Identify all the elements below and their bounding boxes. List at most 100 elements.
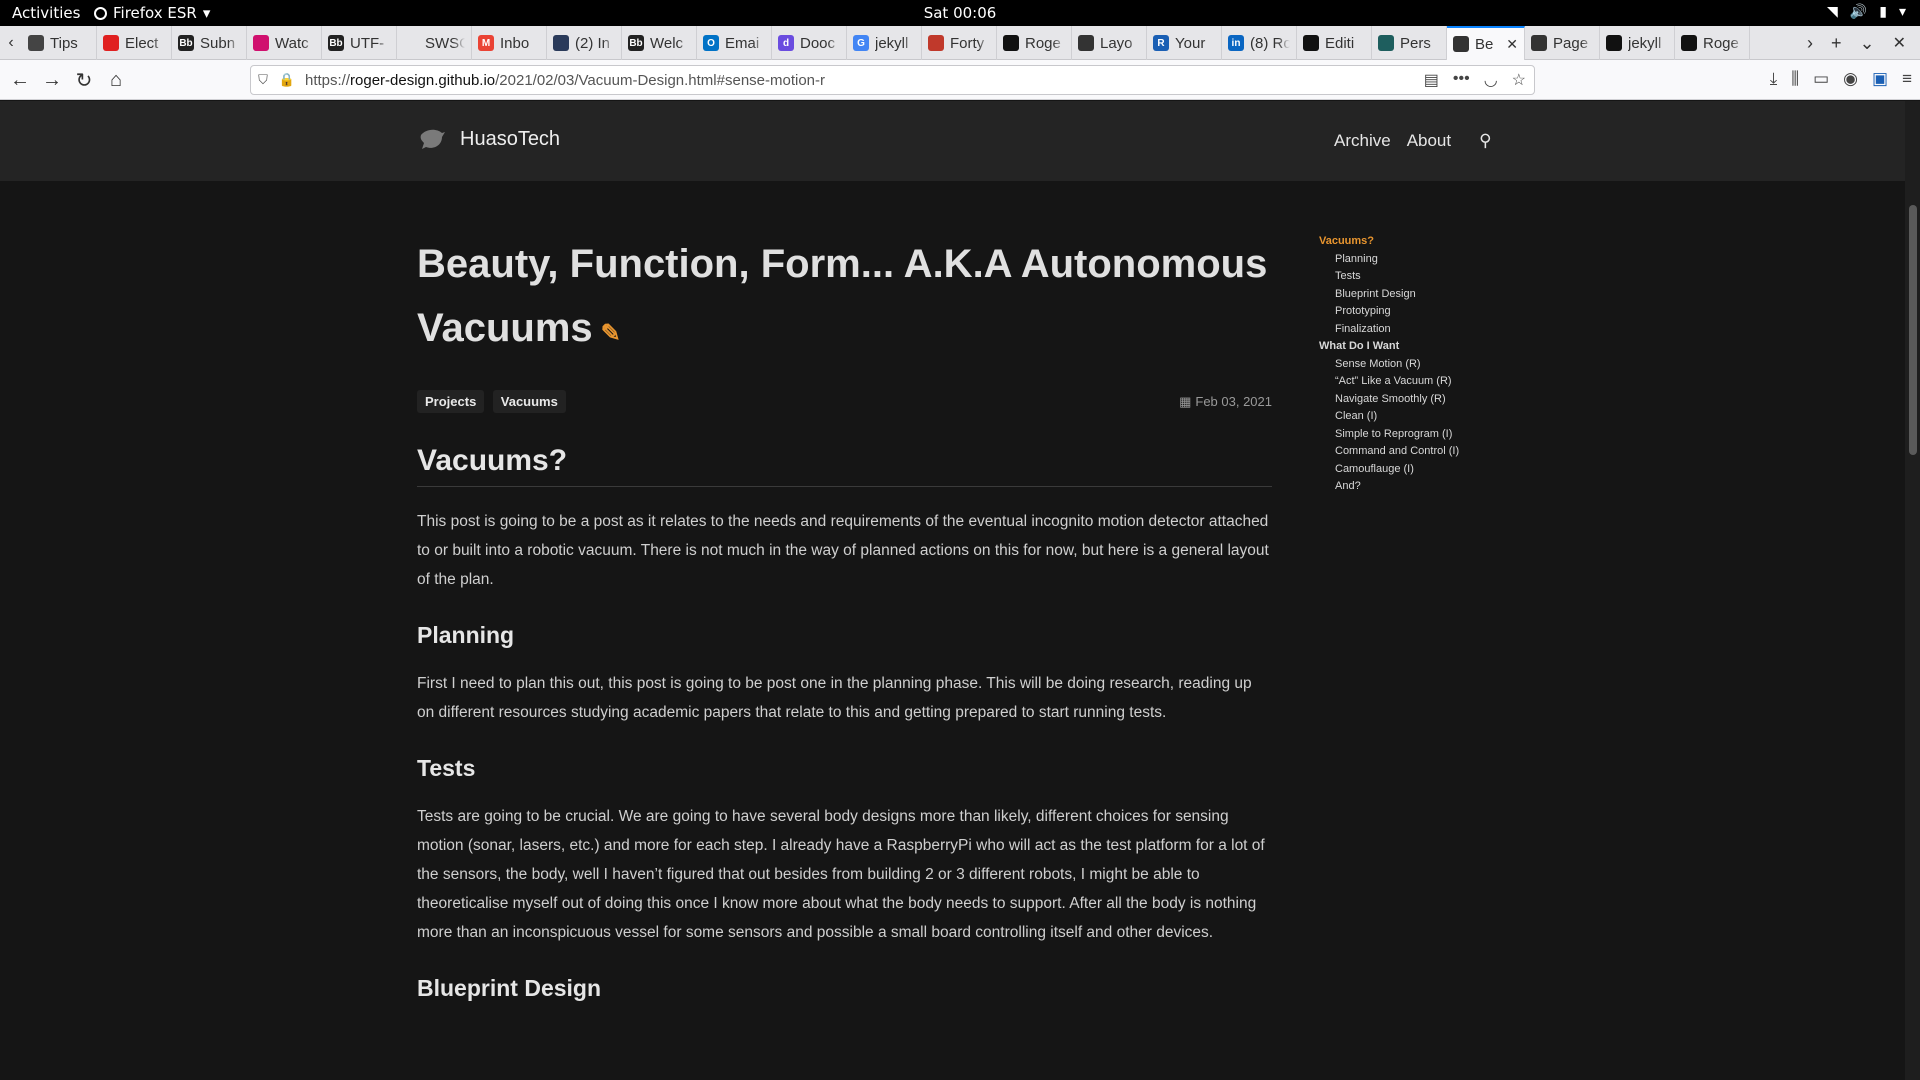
tab[interactable]: Roge — [1675, 26, 1750, 60]
tab-scroll-left-icon[interactable]: ‹ — [0, 26, 22, 60]
pocket-icon[interactable]: ◡ — [1484, 70, 1498, 90]
nav-archive-link[interactable]: Archive — [1334, 131, 1391, 151]
toc-subitem[interactable]: Camouflauge (I) — [1319, 461, 1519, 479]
tab-label: Welc — [650, 34, 684, 52]
tag-projects[interactable]: Projects — [417, 390, 485, 413]
tab[interactable]: Forty — [922, 26, 997, 60]
post-title: Beauty, Function, Form... A.K.A Autonomo… — [417, 242, 1268, 350]
tab[interactable]: jekyll — [1600, 26, 1675, 60]
tab-favicon-icon — [1378, 35, 1394, 51]
toc-item-what-do-i-want[interactable]: What Do I Want — [1319, 338, 1519, 356]
hamburger-menu-icon[interactable]: ≡ — [1902, 69, 1912, 89]
reload-icon[interactable]: ↻ — [70, 66, 98, 94]
tab-label: Emai — [725, 34, 760, 52]
nav-about-link[interactable]: About — [1407, 131, 1451, 151]
toc-subitem[interactable]: Clean (I) — [1319, 408, 1519, 426]
heading-vacuums: Vacuums? — [417, 444, 1272, 487]
tab[interactable]: Tips — [22, 26, 97, 60]
toc-subitem[interactable]: Simple to Reprogram (I) — [1319, 426, 1519, 444]
tab[interactable]: SWSCU — [397, 26, 472, 60]
system-tray[interactable]: ◥ 🔊 ▮ ▾ — [1827, 4, 1906, 20]
library-icon[interactable]: ⫼ — [1791, 69, 1799, 89]
paragraph-vacuums: This post is going to be a post as it re… — [417, 513, 1269, 588]
tab[interactable]: Bb Subn — [172, 26, 247, 60]
toc-subitem[interactable]: Sense Motion (R) — [1319, 356, 1519, 374]
home-icon[interactable]: ⌂ — [102, 66, 130, 94]
tracking-shield-icon[interactable]: ⛉ — [251, 72, 275, 88]
account-icon[interactable]: ◉ — [1843, 69, 1858, 89]
paragraph-tests: Tests are going to be crucial. We are go… — [417, 808, 1265, 941]
tab-label: (2) In — [575, 34, 611, 52]
tab[interactable]: in (8) Ro — [1222, 26, 1297, 60]
new-tab-icon[interactable]: + — [1831, 33, 1842, 54]
tab[interactable]: Page — [1525, 26, 1600, 60]
tab[interactable]: Bb UTF- — [322, 26, 397, 60]
tab[interactable]: R Your — [1147, 26, 1222, 60]
tab-label: Tips — [50, 34, 78, 52]
toc-subitem[interactable]: “Act” Like a Vacuum (R) — [1319, 373, 1519, 391]
toc-subitem[interactable]: Planning — [1319, 251, 1519, 269]
tab-label: Roge — [1703, 34, 1739, 52]
toc-subitem[interactable]: Prototyping — [1319, 303, 1519, 321]
tab[interactable]: (2) In — [547, 26, 622, 60]
tab[interactable]: Gjekyll — [847, 26, 922, 60]
tag-vacuums[interactable]: Vacuums — [492, 390, 566, 413]
tab[interactable]: Editi — [1297, 26, 1372, 60]
toc-subitem[interactable]: Tests — [1319, 268, 1519, 286]
tab[interactable]: O Emai — [697, 26, 772, 60]
tab[interactable]: Bb Welc — [622, 26, 697, 60]
extension-icon[interactable]: ▣ — [1872, 69, 1888, 89]
url-text[interactable]: https://roger-design.github.io/2021/02/0… — [305, 72, 825, 89]
url-bar[interactable]: ⛉ 🔒 https://roger-design.github.io/2021/… — [250, 65, 1535, 95]
close-window-icon[interactable]: ✕ — [1893, 33, 1906, 53]
toolbar-right: ⤓ ⫼ ▭ ◉ ▣ ≡ — [1770, 69, 1912, 89]
tab[interactable]: Watc — [247, 26, 322, 60]
toc-subitem[interactable]: Command and Control (I) — [1319, 443, 1519, 461]
paragraph-planning: First I need to plan this out, this post… — [417, 675, 1252, 721]
activities-button[interactable]: Activities — [12, 4, 80, 22]
tab[interactable]: d Dooc — [772, 26, 847, 60]
scrollbar-thumb[interactable] — [1909, 205, 1917, 455]
bookmark-star-icon[interactable]: ☆ — [1512, 70, 1526, 90]
clock[interactable]: Sat 00:06 — [0, 4, 1920, 22]
tab-label: Be — [1475, 35, 1494, 53]
close-tab-icon[interactable]: ✕ — [1506, 36, 1518, 53]
page-actions-icon[interactable]: ••• — [1453, 70, 1470, 90]
list-all-tabs-icon[interactable]: ⌄ — [1860, 33, 1875, 54]
page-scrollbar[interactable] — [1905, 101, 1920, 1080]
app-name: Firefox ESR — [113, 4, 197, 22]
sidebars-icon[interactable]: ▭ — [1813, 69, 1829, 89]
toc-subitem[interactable]: Finalization — [1319, 321, 1519, 339]
tab[interactable]: Layo — [1072, 26, 1147, 60]
edit-icon[interactable]: ✎ — [601, 320, 621, 347]
tab-favicon-icon — [403, 35, 419, 51]
tab-list: Tips Elect Bb Subn Watc Bb UTF- SWSCU M Inbo (2) I… — [22, 26, 1750, 60]
tab-favicon-icon: Bb — [328, 35, 344, 51]
bird-logo-icon — [420, 129, 445, 149]
calendar-icon: ▦ — [1179, 394, 1192, 409]
tab[interactable]: Roge — [997, 26, 1072, 60]
tab[interactable]: M Inbo — [472, 26, 547, 60]
reader-view-icon[interactable]: ▤ — [1424, 70, 1439, 90]
tab-label: UTF- — [350, 34, 385, 52]
tab-scroll-right-icon[interactable]: › — [1807, 33, 1813, 54]
search-icon[interactable]: ⚲ — [1479, 131, 1491, 151]
toc-subitem[interactable]: Navigate Smoothly (R) — [1319, 391, 1519, 409]
toc-item-vacuums[interactable]: Vacuums? — [1319, 233, 1519, 251]
lock-icon[interactable]: 🔒 — [275, 72, 299, 88]
tab-label: Pers — [1400, 34, 1431, 52]
site-brand[interactable]: HuasoTech — [418, 125, 560, 153]
toc-subitem[interactable]: And? — [1319, 478, 1519, 496]
tab[interactable]: Elect — [97, 26, 172, 60]
tab-active[interactable]: Be ✕ — [1447, 26, 1525, 60]
toc-subitem[interactable]: Blueprint Design — [1319, 286, 1519, 304]
forward-icon[interactable]: → — [38, 66, 66, 94]
tab-label: SWSCU — [425, 34, 465, 52]
back-icon[interactable]: ← — [6, 66, 34, 94]
downloads-icon[interactable]: ⤓ — [1770, 69, 1778, 89]
tab[interactable]: Pers — [1372, 26, 1447, 60]
app-menu-button[interactable]: Firefox ESR ▾ — [94, 4, 210, 22]
tab-label: Subn — [200, 34, 236, 52]
tab-favicon-icon: M — [478, 35, 494, 51]
chevron-down-icon: ▾ — [202, 4, 211, 22]
